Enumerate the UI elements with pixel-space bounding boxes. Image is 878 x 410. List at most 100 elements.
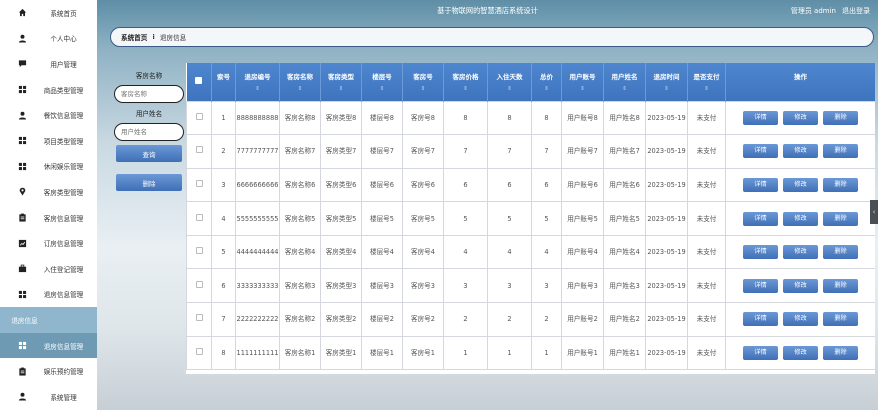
briefcase-icon	[18, 264, 27, 273]
edit-button[interactable]: 修改	[783, 144, 818, 159]
sidebar-group-checkout-info[interactable]: 退房信息	[0, 307, 97, 333]
sidebar-item[interactable]: 个人中心	[0, 26, 97, 52]
select-all-checkbox[interactable]	[195, 77, 203, 84]
delete-button[interactable]: 删除	[823, 211, 858, 226]
row-select-cell	[186, 100, 212, 136]
sidebar-item[interactable]: 餐饮信息管理	[0, 102, 97, 128]
row-checkbox[interactable]	[195, 280, 203, 288]
delete-button[interactable]: 删除	[823, 278, 858, 293]
column-header[interactable]: 用户姓名 ⇕	[603, 63, 646, 101]
edit-button[interactable]: 修改	[783, 177, 818, 192]
column-header[interactable]: 索号	[211, 63, 236, 101]
cell-floor: 楼层号7	[361, 134, 403, 169]
detail-button[interactable]: 详情	[743, 177, 778, 192]
column-header[interactable]: 退房时间 ⇕	[645, 63, 688, 101]
row-checkbox[interactable]	[195, 146, 203, 154]
sidebar-item[interactable]: 项目类型管理	[0, 128, 97, 154]
cell-floor: 楼层号6	[361, 167, 403, 203]
cell-code: 8888888888	[235, 100, 280, 136]
sidebar-item[interactable]: 系统首页	[0, 0, 97, 26]
admin-user-label: 管理员 admin	[790, 7, 836, 15]
column-header[interactable]: 客房类型 ⇕	[320, 63, 362, 101]
cell-total: 3	[531, 268, 562, 304]
row-checkbox[interactable]	[195, 213, 203, 221]
edit-button[interactable]: 修改	[783, 110, 818, 125]
column-header[interactable]: 客房名称 ⇕	[279, 63, 321, 101]
sidebar-item[interactable]: 客房类型管理	[0, 179, 97, 205]
room-name-input[interactable]	[114, 85, 184, 103]
sort-icon[interactable]: ⇕	[236, 86, 279, 92]
cell-days: 3	[487, 268, 532, 304]
column-header[interactable]: 客房价格 ⇕	[443, 63, 488, 101]
cell-time: 2023-05-19	[645, 234, 688, 270]
edit-button[interactable]: 修改	[783, 345, 818, 360]
sidebar-item[interactable]: 客房信息管理	[0, 205, 97, 231]
column-header[interactable]: 是否支付 ⇕	[687, 63, 726, 101]
edit-button[interactable]: 修改	[783, 245, 818, 260]
detail-button[interactable]: 详情	[743, 345, 778, 360]
edit-button[interactable]: 修改	[783, 211, 818, 226]
cell-price: 7	[443, 134, 488, 169]
checkout-table: 索号 退房编号 ⇕ 客房名称 ⇕ 客房类型 ⇕ 楼层号 ⇕ 客房号 ⇕ 客房价格 ⇕ 入住天数 ⇕ 总价 ⇕ 用户…	[186, 63, 875, 371]
sort-icon[interactable]: ⇕	[444, 86, 487, 92]
clipboard-icon	[18, 367, 27, 376]
cell-code: 1111111111	[235, 335, 280, 371]
detail-button[interactable]: 详情	[743, 211, 778, 226]
row-checkbox[interactable]	[195, 347, 203, 355]
column-header[interactable]: 总价 ⇕	[531, 63, 562, 101]
delete-button[interactable]: 删除	[823, 312, 858, 327]
bulk-delete-button[interactable]: 删除	[116, 174, 182, 191]
detail-button[interactable]: 详情	[743, 245, 778, 260]
column-header[interactable]: 客房号 ⇕	[402, 63, 444, 101]
row-checkbox[interactable]	[195, 314, 203, 322]
delete-button[interactable]: 删除	[823, 245, 858, 260]
detail-button[interactable]: 详情	[743, 278, 778, 293]
sort-icon[interactable]: ⇕	[403, 86, 443, 92]
collapse-tab[interactable]: ‹	[870, 200, 878, 224]
edit-button[interactable]: 修改	[783, 312, 818, 327]
delete-button[interactable]: 删除	[823, 110, 858, 125]
row-checkbox[interactable]	[195, 247, 203, 255]
edit-button[interactable]: 修改	[783, 278, 818, 293]
sidebar-item[interactable]: 系统管理	[0, 384, 97, 410]
breadcrumb-home[interactable]: 系统首页	[121, 32, 147, 42]
sort-icon[interactable]: ⇕	[532, 86, 561, 92]
sidebar-item[interactable]: 入住登记管理	[0, 256, 97, 282]
sort-icon[interactable]: ⇕	[321, 86, 361, 92]
row-checkbox[interactable]	[195, 112, 203, 120]
sort-icon[interactable]: ⇕	[688, 86, 725, 92]
sidebar-item-label: 个人中心	[50, 35, 77, 44]
sidebar-item[interactable]: 娱乐预约管理	[0, 358, 97, 384]
cell-user-name: 用户姓名7	[603, 134, 646, 169]
delete-button[interactable]: 删除	[823, 345, 858, 360]
detail-button[interactable]: 详情	[743, 144, 778, 159]
sidebar-item[interactable]: 订房信息管理	[0, 230, 97, 256]
user-name-input[interactable]	[114, 123, 184, 141]
table-row: 7 2222222222 客房名称2 客房类型2 楼层号2 客房号2 2 2 2 用户账号2 用户姓…	[186, 302, 875, 337]
column-header[interactable]: 用户账号 ⇕	[561, 63, 604, 101]
cell-paid: 未支付	[687, 134, 726, 169]
sidebar-item[interactable]: 退房信息管理	[0, 332, 97, 359]
sort-icon[interactable]: ⇕	[362, 86, 402, 92]
query-button[interactable]: 查询	[116, 145, 182, 162]
row-checkbox[interactable]	[195, 179, 203, 187]
column-header[interactable]: 入住天数 ⇕	[487, 63, 532, 101]
sort-icon[interactable]: ⇕	[280, 86, 320, 92]
delete-button[interactable]: 删除	[823, 144, 858, 159]
sidebar-item[interactable]: 休闲娱乐管理	[0, 154, 97, 180]
sidebar: 系统首页个人中心用户管理 商品类型管理 餐饮信息管理 项目类型管理 休闲娱乐管理 客房类型…	[0, 0, 97, 410]
detail-button[interactable]: 详情	[743, 312, 778, 327]
sort-icon[interactable]: ⇕	[604, 86, 645, 92]
table-header-row: 索号 退房编号 ⇕ 客房名称 ⇕ 客房类型 ⇕ 楼层号 ⇕ 客房号 ⇕ 客房价格 ⇕ 入住天数 ⇕ 总价 ⇕ 用户…	[186, 63, 875, 101]
sidebar-item[interactable]: 商品类型管理	[0, 77, 97, 103]
sort-icon[interactable]: ⇕	[562, 86, 603, 92]
logout-link[interactable]: 退出登录	[842, 6, 870, 16]
delete-button[interactable]: 删除	[823, 177, 858, 192]
sort-icon[interactable]: ⇕	[488, 86, 531, 92]
column-header[interactable]: 楼层号 ⇕	[361, 63, 403, 101]
detail-button[interactable]: 详情	[743, 110, 778, 125]
column-header[interactable]: 退房编号 ⇕	[235, 63, 280, 101]
sort-icon[interactable]: ⇕	[646, 86, 687, 92]
sidebar-item[interactable]: 退房信息管理	[0, 282, 97, 308]
sidebar-item[interactable]: 用户管理	[0, 51, 97, 77]
